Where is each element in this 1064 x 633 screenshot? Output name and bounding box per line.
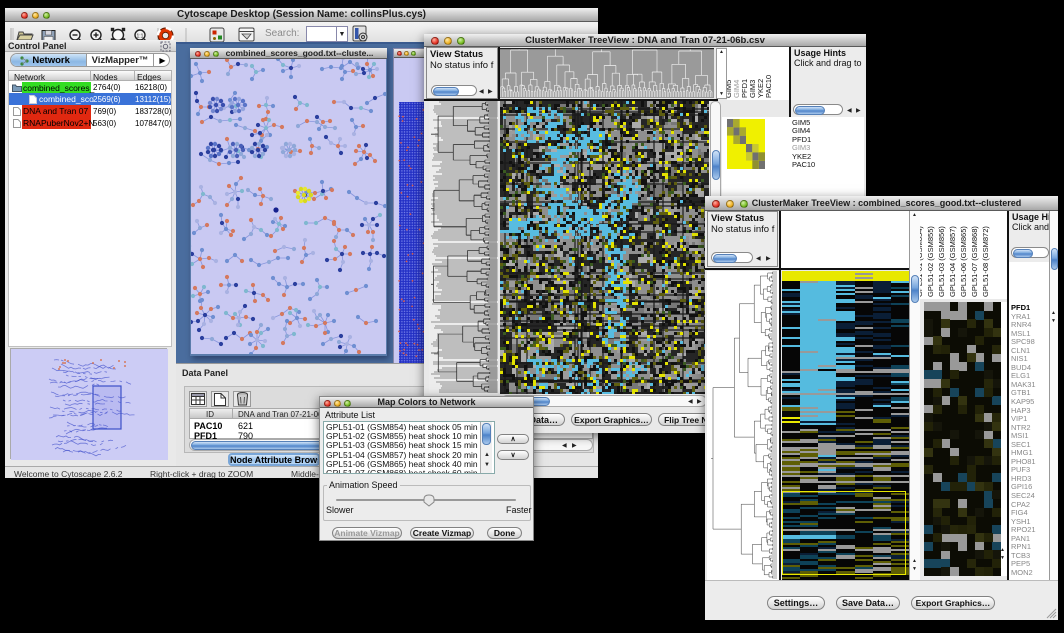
svg-text:1:1: 1:1 (137, 34, 144, 40)
